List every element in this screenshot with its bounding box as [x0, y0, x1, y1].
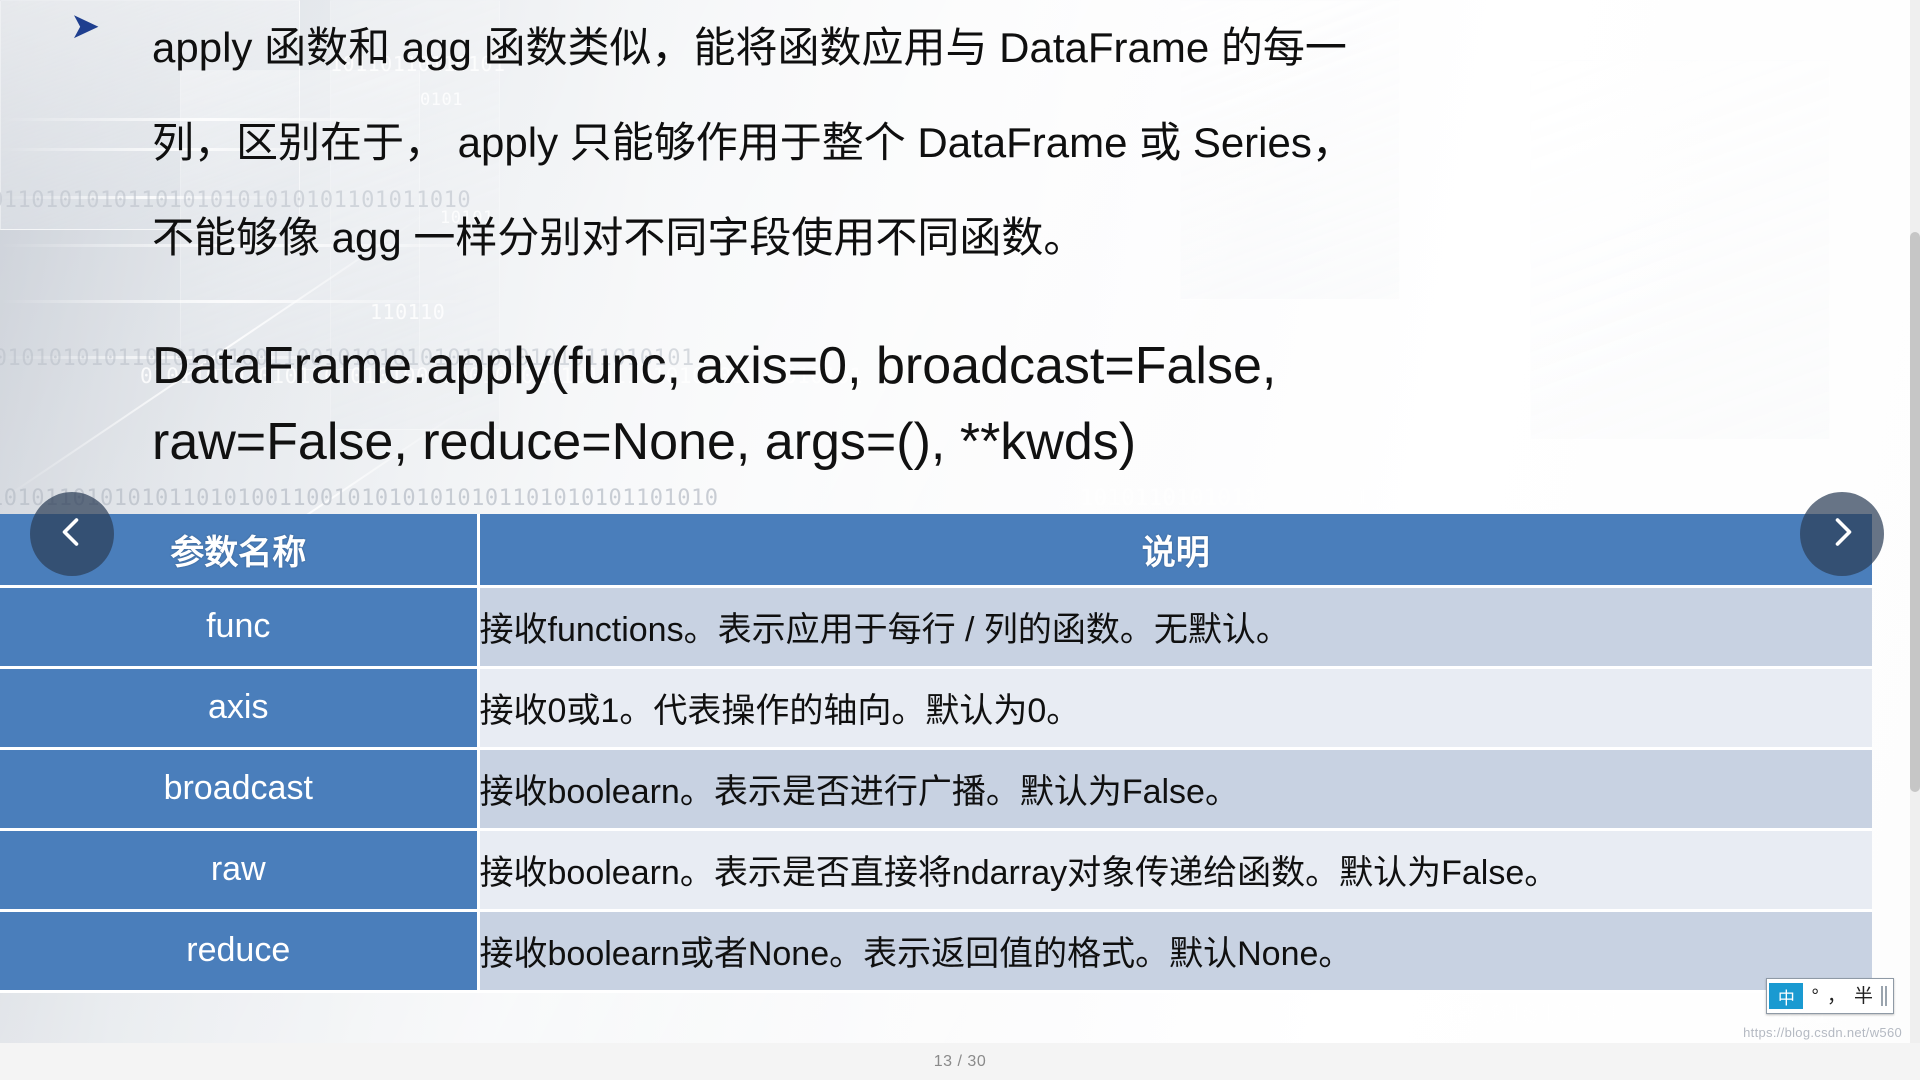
param-description-cell: 接收boolearn或者None。表示返回值的格式。默认None。 [478, 910, 1872, 993]
bullet-paragraph: ➤ apply 函数和 agg 函数类似，能将函数应用与 DataFrame 的… [70, 0, 1732, 285]
paragraph-line: 不能够像 agg 一样分别对不同字段使用不同函数。 [152, 214, 1086, 261]
table-row: func 接收functions。表示应用于每行 / 列的函数。无默认。 [0, 586, 1872, 669]
table-row: raw 接收boolearn。表示是否直接将ndarray对象传递给函数。默认为… [0, 829, 1872, 912]
paragraph-line: 列，区别在于， apply 只能够作用于整个 DataFrame 或 Serie… [152, 119, 1354, 166]
background-binary-text: 101011010101101010101 [1080, 486, 1369, 511]
param-name-cell: reduce [0, 910, 480, 993]
table-row: reduce 接收boolearn或者None。表示返回值的格式。默认None。 [0, 910, 1872, 993]
param-description-cell: 接收boolearn。表示是否直接将ndarray对象传递给函数。默认为Fals… [478, 829, 1872, 912]
signature-line: DataFrame.apply(func, axis=0, broadcast=… [152, 337, 1277, 395]
background-binary-text: 110110 [370, 300, 446, 324]
watermark-text: https://blog.csdn.net/w560 [1743, 1025, 1902, 1040]
next-slide-button[interactable] [1800, 492, 1884, 576]
bullet-arrow-icon: ➤ [70, 5, 101, 46]
ime-status-bar[interactable]: 中 ° ， 半 [1766, 978, 1894, 1014]
table-row: axis 接收0或1。代表操作的轴向。默认为0。 [0, 667, 1872, 750]
ime-shape-toggle[interactable]: 半 [1854, 987, 1873, 1006]
slide-canvas[interactable]: 01101010101101010101010101101011010 1011… [0, 0, 1920, 1043]
ime-mode-icon[interactable]: ° [1811, 987, 1819, 1006]
table-row: broadcast 接收boolearn。表示是否进行广播。默认为False。 [0, 748, 1872, 831]
page-indicator: 13 / 30 [933, 1052, 987, 1070]
bottom-bar: 13 / 30 [0, 1043, 1920, 1080]
ime-language-badge[interactable]: 中 [1769, 983, 1804, 1009]
scrollbar-thumb[interactable] [1910, 232, 1920, 792]
ime-punctuation-icon[interactable]: ， [1827, 987, 1846, 1006]
param-description-cell: 接收boolearn。表示是否进行广播。默认为False。 [478, 748, 1872, 831]
ime-drag-handle[interactable] [1881, 986, 1887, 1006]
param-name-cell: raw [0, 829, 480, 912]
background-binary-text: 1010110101010110101001100101010101010110… [0, 486, 719, 511]
parameter-table: 参数名称 说明 func 接收functions。表示应用于每行 / 列的函数。… [0, 514, 1872, 993]
chevron-right-icon [1824, 514, 1860, 555]
param-name-cell: axis [0, 667, 480, 750]
paragraph-line: apply 函数和 agg 函数类似，能将函数应用与 DataFrame 的每一 [152, 24, 1347, 71]
chevron-left-icon [54, 514, 90, 555]
param-description-cell: 接收0或1。代表操作的轴向。默认为0。 [478, 667, 1872, 750]
table-header-row: 参数名称 说明 [0, 514, 1872, 588]
param-name-cell: func [0, 586, 480, 669]
param-name-cell: broadcast [0, 748, 480, 831]
previous-slide-button[interactable] [30, 492, 114, 576]
function-signature: DataFrame.apply(func, axis=0, broadcast=… [152, 328, 1852, 480]
param-description-cell: 接收functions。表示应用于每行 / 列的函数。无默认。 [478, 586, 1872, 669]
slide-viewer: 01101010101101010101010101101011010 1011… [0, 0, 1920, 1080]
signature-line: raw=False, reduce=None, args=(), **kwds) [152, 413, 1137, 471]
column-header-description: 说明 [478, 514, 1872, 588]
